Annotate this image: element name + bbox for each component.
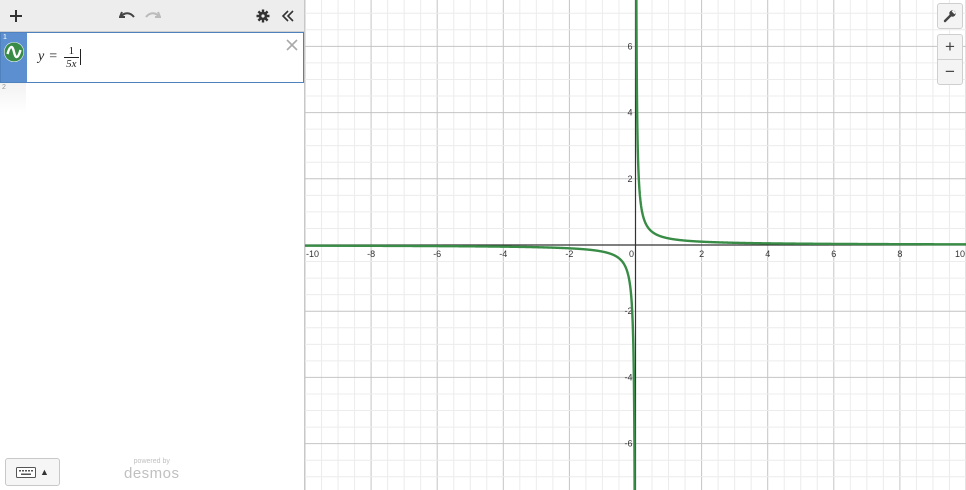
x-tick-label: 10 bbox=[955, 249, 965, 259]
x-tick-label: -6 bbox=[433, 249, 441, 259]
collapse-panel-button[interactable] bbox=[278, 0, 298, 31]
expression-item-2[interactable]: 2 bbox=[0, 83, 304, 113]
keyboard-icon bbox=[16, 466, 37, 478]
expression-index: 2 bbox=[2, 84, 6, 91]
settings-button[interactable] bbox=[253, 0, 273, 31]
y-tick-label: 2 bbox=[627, 174, 632, 184]
zoom-in-button[interactable]: + bbox=[937, 34, 963, 60]
expression-tab-1[interactable]: 1 bbox=[1, 33, 27, 82]
expression-fraction: 1 5x bbox=[64, 44, 79, 70]
caret-up-icon: ▲ bbox=[40, 467, 49, 477]
x-tick-label: -4 bbox=[499, 249, 507, 259]
redo-icon bbox=[145, 11, 161, 18]
add-expression-button[interactable] bbox=[6, 0, 26, 31]
expression-panel: 1 y = 1 5x 2 ▲ powered by desmos bbox=[0, 0, 305, 490]
x-tick-label: 8 bbox=[897, 249, 902, 259]
undo-button[interactable] bbox=[117, 0, 137, 31]
plus-icon bbox=[10, 9, 22, 22]
x-tick-label: 4 bbox=[765, 249, 770, 259]
close-icon bbox=[286, 39, 298, 51]
y-tick-label: -4 bbox=[624, 372, 632, 382]
y-tick-label: 6 bbox=[627, 41, 632, 51]
fraction-denominator: 5x bbox=[64, 56, 79, 70]
fraction-numerator: 1 bbox=[68, 44, 75, 57]
expression-index: 1 bbox=[3, 34, 7, 41]
graph-settings-button[interactable] bbox=[937, 3, 963, 29]
x-tick-label: -2 bbox=[565, 249, 573, 259]
graph-paper[interactable]: -10 -8 -6 -4 -2 0 2 4 6 8 10-6-4-2246 bbox=[305, 0, 966, 490]
expression-toolbar bbox=[0, 0, 304, 32]
undo-icon bbox=[119, 11, 135, 18]
graph-style-icon[interactable] bbox=[4, 42, 24, 62]
x-tick-label: 0 bbox=[629, 249, 634, 259]
expression-lhs: y bbox=[38, 49, 45, 64]
y-tick-label: 4 bbox=[627, 108, 632, 118]
wrench-icon bbox=[943, 10, 956, 23]
y-tick-label: -6 bbox=[624, 439, 632, 449]
x-tick-label: -8 bbox=[367, 249, 375, 259]
gear-icon bbox=[256, 9, 270, 22]
text-cursor bbox=[79, 49, 81, 65]
wave-icon bbox=[4, 42, 24, 62]
redo-button[interactable] bbox=[143, 0, 163, 31]
expression-tab-2[interactable]: 2 bbox=[0, 83, 26, 113]
expression-input[interactable]: y = 1 5x bbox=[38, 41, 81, 73]
x-tick-label: 2 bbox=[699, 249, 704, 259]
keyboard-toggle-button[interactable]: ▲ bbox=[5, 458, 60, 486]
x-tick-label: 6 bbox=[831, 249, 836, 259]
desmos-logo: desmos bbox=[124, 465, 180, 482]
double-chevron-left-icon bbox=[281, 9, 294, 22]
expression-equals: = bbox=[49, 49, 58, 64]
desmos-branding[interactable]: powered by desmos bbox=[124, 458, 180, 482]
zoom-out-button[interactable]: − bbox=[937, 59, 963, 85]
delete-expression-button[interactable] bbox=[286, 36, 298, 56]
x-tick-label: -10 bbox=[306, 249, 319, 259]
expression-item-1[interactable]: 1 y = 1 5x bbox=[0, 32, 304, 83]
